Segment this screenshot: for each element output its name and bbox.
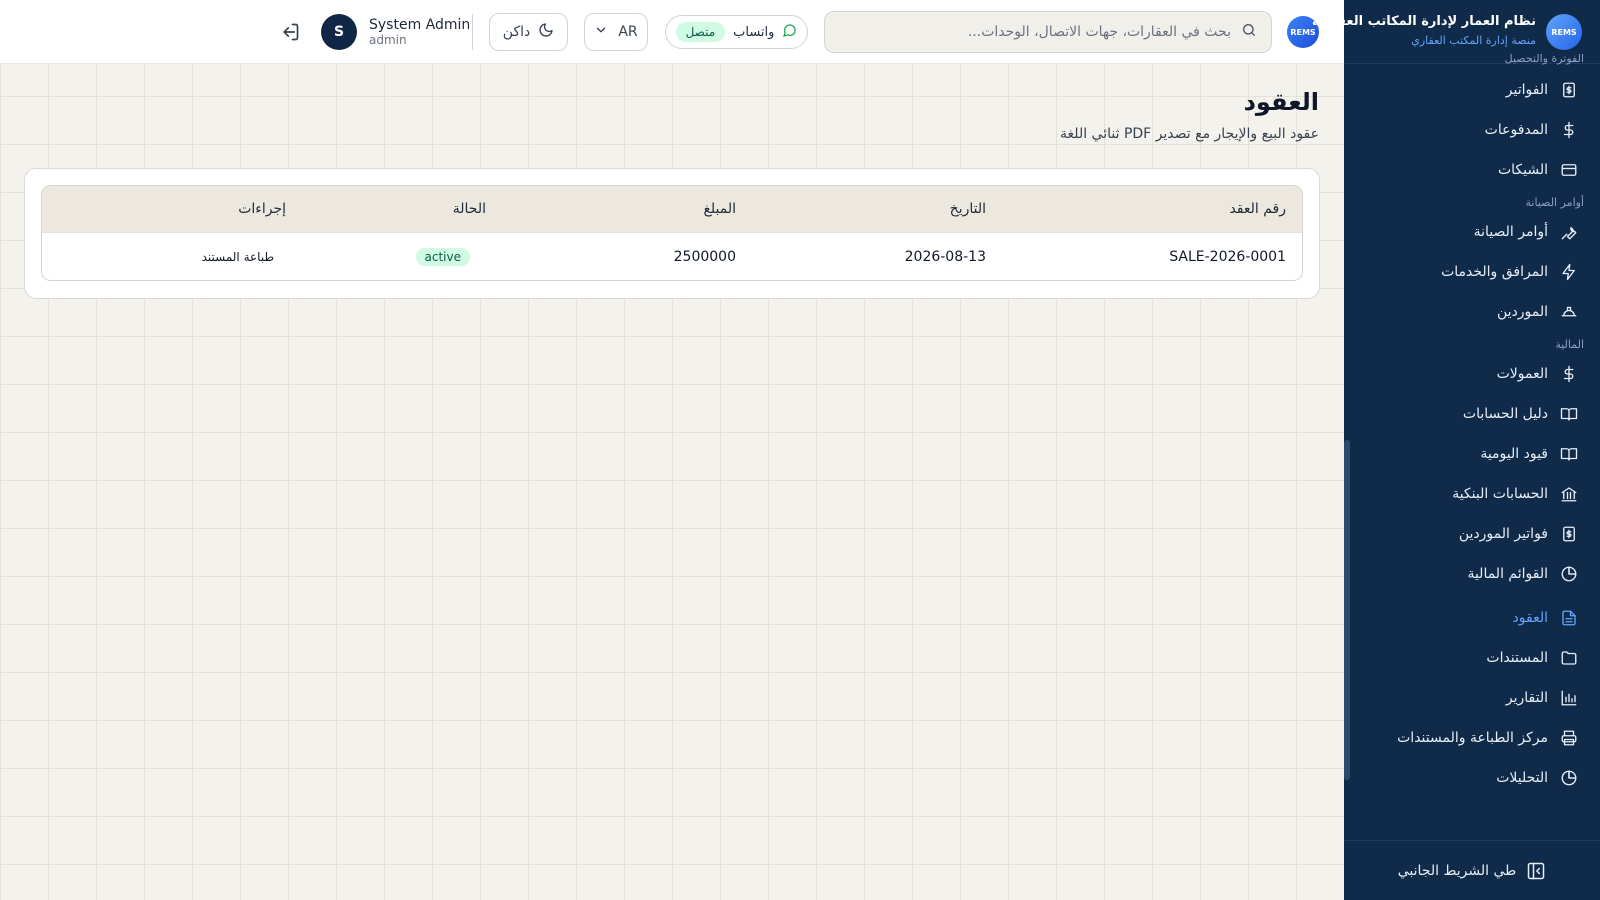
card-icon — [1561, 164, 1577, 176]
sidebar-item-label: المدفوعات — [1484, 122, 1548, 138]
sidebar: REMS نظام العمار لإدارة المكاتب العقارية… — [1312, 0, 1600, 900]
sidebar-item-chart-of-accounts[interactable]: دليل الحسابات — [1344, 394, 1600, 434]
brand-logo: REMS — [1546, 14, 1582, 50]
sidebar-item-label: العقود — [1512, 610, 1548, 626]
sidebar-item-label: المستندات — [1486, 650, 1548, 666]
whatsapp-connected-badge: متصل — [675, 22, 726, 42]
avatar: S — [321, 14, 357, 50]
book-icon — [1560, 408, 1578, 421]
contracts-card: رقم العقد التاريخ المبلغ الحالة إجراءات … — [24, 168, 1320, 299]
column-header-date[interactable]: التاريخ — [752, 186, 1002, 232]
moon-icon — [538, 22, 554, 42]
collapse-sidebar-label: طي الشريط الجانبي — [1397, 862, 1517, 879]
sidebar-item-documents[interactable]: المستندات — [1344, 638, 1600, 678]
sidebar-item-label: مركز الطباعة والمستندات — [1397, 730, 1548, 746]
header-divider — [472, 14, 473, 50]
sidebar-item-vendors[interactable]: الموردين — [1344, 292, 1600, 332]
brand-title: نظام العمار لإدارة المكاتب العقارية — [1311, 14, 1536, 29]
sidebar-item-label: الفواتير — [1505, 82, 1548, 98]
sidebar-item-commissions[interactable]: العمولات — [1344, 354, 1600, 394]
global-search[interactable] — [824, 11, 1272, 53]
hardhat-icon — [1561, 306, 1577, 317]
section-label-billing: الفوترة والتحصيل — [1504, 54, 1584, 65]
whatsapp-label: واتساب — [733, 24, 775, 40]
sidebar-item-label: العمولات — [1496, 366, 1548, 382]
sidebar-item-contracts[interactable]: العقود — [1344, 598, 1600, 638]
logout-icon[interactable] — [280, 22, 300, 42]
top-bar: S System Admin admin داكن AR واتساب متصل… — [0, 0, 1344, 64]
sidebar-item-label: القوائم المالية — [1467, 566, 1548, 582]
sidebar-item-label: المرافق والخدمات — [1441, 264, 1548, 280]
sidebar-item-cheques[interactable]: الشيكات — [1344, 150, 1600, 190]
column-header-actions: إجراءات — [238, 200, 286, 217]
sidebar-scrollbar[interactable] — [1344, 440, 1350, 780]
sidebar-item-print-center[interactable]: مركز الطباعة والمستندات — [1344, 718, 1600, 758]
bolt-icon — [1562, 263, 1575, 281]
table-row[interactable]: SALE-2026-0001 2026-08-13 2500000 active… — [42, 231, 1302, 280]
sidebar-item-utilities[interactable]: المرافق والخدمات — [1344, 252, 1600, 292]
dollar-icon — [1563, 121, 1574, 139]
table-header-row: رقم العقد التاريخ المبلغ الحالة إجراءات — [42, 186, 1302, 232]
folder-icon — [1561, 651, 1577, 665]
sidebar-item-analytics[interactable]: التحليلات — [1344, 758, 1600, 798]
brand-subtitle: منصة إدارة المكتب العقاري — [1411, 34, 1536, 47]
dollar-icon — [1563, 365, 1574, 383]
contracts-table: رقم العقد التاريخ المبلغ الحالة إجراءات … — [41, 185, 1303, 281]
page-title: العقود — [1243, 88, 1319, 116]
document-icon — [1562, 610, 1576, 626]
user-menu[interactable]: S System Admin admin — [321, 14, 470, 50]
section-label-maintenance: أوامر الصيانة — [1525, 196, 1584, 209]
search-input[interactable] — [839, 24, 1231, 40]
column-header-contract-no[interactable]: رقم العقد — [1002, 186, 1302, 232]
theme-label: داكن — [502, 24, 531, 40]
sidebar-item-label: الحسابات البنكية — [1452, 486, 1548, 502]
sidebar-item-invoices[interactable]: الفواتير — [1344, 70, 1600, 110]
sidebar-item-label: قيود اليومية — [1480, 446, 1548, 462]
column-header-amount[interactable]: المبلغ — [502, 186, 752, 232]
whatsapp-status[interactable]: واتساب متصل — [665, 15, 808, 49]
sidebar-nav: الفوترة والتحصيل الفواتير المدفوعات الشي… — [1344, 54, 1600, 798]
search-icon — [1241, 22, 1257, 42]
language-value: AR — [618, 24, 638, 40]
sidebar-item-maintenance-orders[interactable]: أوامر الصيانة — [1344, 212, 1600, 252]
column-header-status[interactable]: الحالة — [302, 186, 502, 232]
contract-date: 2026-08-13 — [752, 231, 1002, 280]
whatsapp-icon — [782, 23, 797, 42]
sidebar-item-label: الموردين — [1496, 304, 1548, 320]
sidebar-item-label: التقارير — [1505, 690, 1548, 706]
wrench-icon — [1561, 227, 1577, 240]
pie-icon — [1561, 770, 1577, 786]
book-icon — [1560, 448, 1578, 461]
sidebar-item-payments[interactable]: المدفوعات — [1344, 110, 1600, 150]
chevron-down-icon — [594, 23, 608, 41]
theme-toggle-button[interactable]: داكن — [489, 13, 568, 51]
contract-number: SALE-2026-0001 — [1002, 231, 1302, 280]
sidebar-item-label: دليل الحسابات — [1462, 406, 1548, 422]
sidebar-item-journal-entries[interactable]: قيود اليومية — [1344, 434, 1600, 474]
status-badge: active — [415, 248, 470, 267]
sidebar-item-reports[interactable]: التقارير — [1344, 678, 1600, 718]
printer-icon — [1561, 730, 1577, 746]
sidebar-item-bank-accounts[interactable]: الحسابات البنكية — [1344, 474, 1600, 514]
sidebar-item-financial-statements[interactable]: القوائم المالية — [1344, 554, 1600, 594]
section-label-finance: المالية — [1555, 338, 1584, 351]
sidebar-item-label: التحليلات — [1496, 770, 1548, 786]
sidebar-item-label: أوامر الصيانة — [1473, 224, 1548, 240]
language-select[interactable]: AR — [584, 13, 648, 51]
collapse-sidebar-icon — [1528, 862, 1545, 879]
contract-amount: 2500000 — [502, 231, 752, 280]
barchart-icon — [1561, 690, 1577, 706]
user-name: System Admin — [369, 17, 471, 33]
sidebar-collapse-button[interactable]: طي الشريط الجانبي — [1344, 840, 1600, 900]
sidebar-item-vendor-invoices[interactable]: فواتير الموردين — [1344, 514, 1600, 554]
user-role: admin — [369, 33, 407, 47]
print-document-button[interactable]: طباعة المستند — [202, 250, 274, 264]
invoice-icon — [1563, 526, 1575, 542]
sidebar-item-label: الشيكات — [1497, 162, 1548, 178]
bank-icon — [1561, 487, 1577, 502]
invoice-icon — [1563, 82, 1575, 98]
sidebar-item-label: فواتير الموردين — [1458, 526, 1548, 542]
page-subtitle: عقود البيع والإيجار مع تصدير PDF ثنائي ا… — [1060, 126, 1319, 142]
pie-icon — [1561, 566, 1577, 582]
